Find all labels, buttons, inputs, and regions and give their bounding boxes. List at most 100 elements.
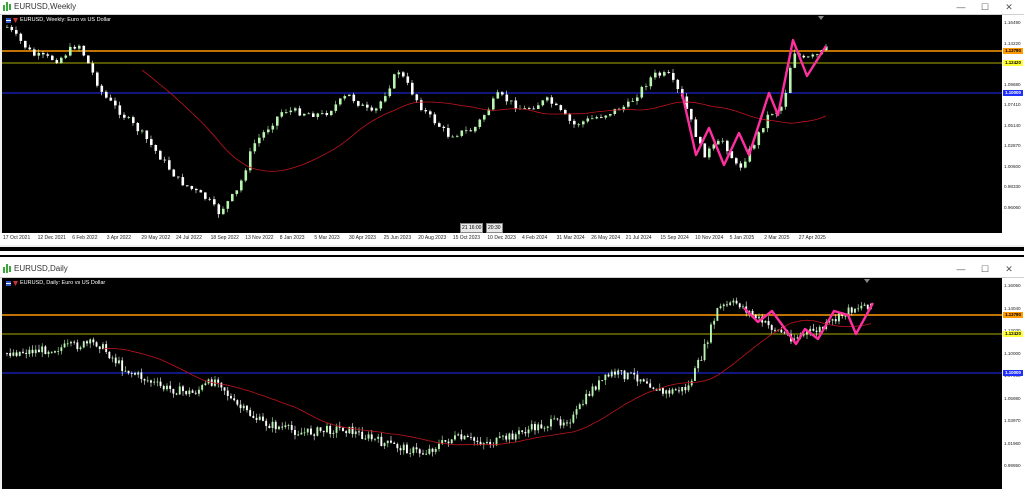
weekly-window-title: EURUSD,Weekly: [14, 2, 77, 11]
candle-body: [342, 427, 344, 432]
weekly-title-bar[interactable]: EURUSD,Weekly — ☐ ✕: [0, 0, 1024, 15]
candle-body: [124, 370, 127, 372]
candle-body: [12, 352, 15, 356]
candle-body: [370, 434, 373, 440]
candle-body: [204, 383, 207, 386]
candle-body: [569, 422, 572, 424]
candle-body: [559, 419, 562, 426]
candle-body: [271, 421, 274, 429]
candle-body: [316, 427, 319, 436]
candle-body: [222, 208, 225, 215]
candle-body: [591, 118, 594, 120]
minimize-button[interactable]: —: [950, 0, 972, 14]
candle-body: [854, 308, 856, 313]
candle-body: [89, 339, 92, 344]
candle-body: [559, 105, 563, 111]
daily-price-axis[interactable]: 1.160501.140401.120301.100001.079901.059…: [1002, 278, 1024, 489]
candle-body: [168, 160, 171, 170]
candle-body: [451, 136, 455, 138]
candle-body: [15, 30, 18, 34]
candle-body: [568, 114, 572, 121]
candle-body: [815, 330, 818, 332]
candle-body: [601, 380, 604, 381]
time-tick-label: 6 Feb 2022: [72, 235, 98, 241]
candle-body: [284, 425, 287, 428]
candle-body: [367, 434, 370, 439]
candle-body: [159, 381, 162, 386]
candle-body: [652, 387, 655, 389]
daily-plot-area[interactable]: EURUSD, Daily: Euro vs US Dollar: [2, 278, 1002, 489]
candle-body: [199, 190, 203, 193]
candle-body: [523, 108, 527, 109]
candle-body: [617, 370, 620, 375]
candle-body: [220, 382, 223, 388]
candle-body: [38, 349, 40, 353]
candle-body: [255, 417, 258, 420]
candle-body: [169, 385, 172, 389]
candle-body: [226, 201, 230, 209]
candle-body: [383, 443, 386, 447]
candle-body: [585, 393, 588, 404]
daily-chart-header: EURUSD, Daily: Euro vs US Dollar: [6, 280, 105, 286]
candle-body: [572, 414, 575, 423]
candle-body: [807, 56, 810, 58]
candle-body: [502, 435, 504, 437]
candle-body: [213, 199, 216, 205]
window-separator: [0, 247, 1024, 251]
candle-body: [31, 349, 34, 354]
candle-body: [397, 72, 401, 75]
maximize-button[interactable]: ☐: [974, 262, 996, 276]
weekly-plot-area[interactable]: EURUSD, Weekly: Euro vs US Dollar 21 16:…: [2, 15, 1002, 233]
time-tick-label: 31 Mar 2024: [556, 235, 585, 241]
candle-body: [479, 441, 482, 445]
minimize-button[interactable]: —: [950, 262, 972, 276]
close-button[interactable]: ✕: [998, 0, 1020, 14]
candle-body: [406, 444, 408, 454]
candle-body: [434, 448, 437, 452]
price-tick-label: 1.10000: [1004, 350, 1021, 356]
candle-body: [694, 119, 698, 137]
candle-body: [70, 341, 72, 344]
candle-body: [390, 440, 392, 443]
candle-body: [25, 352, 28, 354]
candle-body: [82, 341, 85, 348]
weekly-time-axis[interactable]: 17 Oct 2021 12 Dec 2021 6 Feb 2022 3 Apr 20…: [0, 233, 1024, 245]
candle-body: [143, 379, 146, 381]
candle-body: [706, 342, 709, 344]
time-tick-label: 30 Apr 2023: [349, 235, 376, 241]
candle-body: [742, 306, 744, 308]
candle-body: [55, 60, 59, 64]
candle-body: [534, 424, 536, 431]
candle-body: [96, 72, 99, 86]
candle-body: [37, 52, 41, 56]
daily-title-bar[interactable]: EURUSD,Daily — ☐ ✕: [0, 262, 1024, 278]
candle-body: [831, 319, 834, 321]
candle-body: [662, 388, 664, 394]
candle-body: [636, 374, 639, 382]
close-button[interactable]: ✕: [998, 262, 1020, 276]
candle-body: [217, 204, 221, 215]
candle-body: [339, 98, 342, 105]
candle-body: [780, 329, 783, 333]
candle-body: [684, 387, 687, 391]
candle-body: [345, 431, 348, 434]
weekly-price-axis[interactable]: 1.164901.142201.119501.096801.074101.051…: [1002, 15, 1024, 233]
candle-body: [267, 129, 270, 133]
candle-body: [34, 349, 37, 354]
candle-body: [57, 351, 60, 352]
candle-body: [850, 307, 853, 313]
candle-body: [47, 351, 50, 355]
time-tick-label: 5 Jan 2025: [729, 235, 755, 241]
candle-body: [127, 370, 130, 374]
candle-body: [687, 385, 690, 391]
time-tick-label: 24 Jul 2022: [176, 235, 202, 241]
time-tick-label: 10 Dec 2023: [487, 235, 516, 241]
candle-body: [79, 347, 82, 350]
candle-body: [361, 431, 364, 439]
candle-body: [332, 432, 335, 434]
price-tick-label: 0.98330: [1004, 184, 1021, 189]
maximize-button[interactable]: ☐: [974, 0, 996, 14]
candle-body: [357, 101, 360, 106]
candle-body: [575, 409, 578, 415]
candle-body: [708, 148, 711, 158]
